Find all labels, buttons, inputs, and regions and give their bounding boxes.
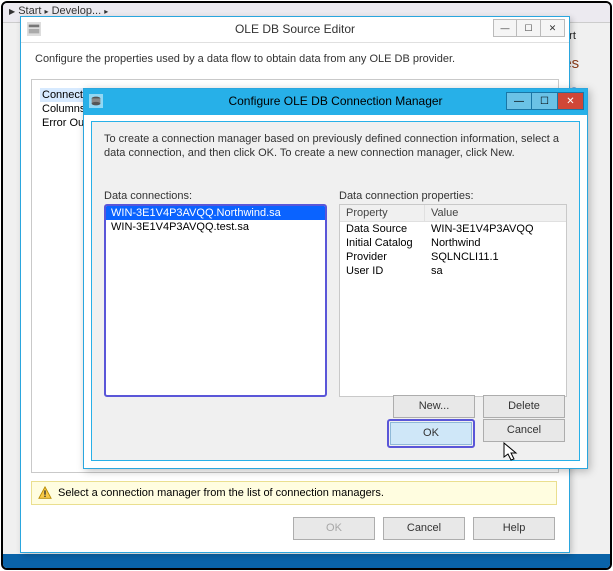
delete-button[interactable]: Delete (483, 395, 565, 418)
properties-grid: PropertyValue Data SourceWIN-3E1V4P3AVQQ… (339, 204, 567, 397)
dlg1-help-button[interactable]: Help (473, 517, 555, 540)
maximize-button[interactable]: ☐ (517, 19, 541, 37)
prop-row: Initial CatalogNorthwind (340, 236, 566, 250)
dlg2-description: To create a connection manager based on … (92, 122, 579, 168)
ok-button-highlight: OK (387, 419, 475, 448)
taskbar-strip (3, 554, 610, 568)
prop-row: User IDsa (340, 264, 566, 278)
dlg1-titlebar[interactable]: OLE DB Source Editor — ☐ ✕ (21, 17, 569, 43)
warning-bar: Select a connection manager from the lis… (31, 481, 557, 505)
new-button[interactable]: New... (393, 395, 475, 418)
minimize-button[interactable]: — (493, 19, 517, 37)
configure-connection-manager-window: Configure OLE DB Connection Manager — ☐ … (83, 88, 588, 469)
dlg2-titlebar[interactable]: Configure OLE DB Connection Manager — ☐ … (84, 89, 587, 115)
dlg2-maximize-button[interactable]: ☐ (532, 92, 558, 110)
dlg2-ok-button[interactable]: OK (390, 422, 472, 445)
connection-properties-label: Data connection properties: (339, 190, 567, 202)
dlg2-minimize-button[interactable]: — (506, 92, 532, 110)
prop-row: ProviderSQLNCLI11.1 (340, 250, 566, 264)
connection-item-test[interactable]: WIN-3E1V4P3AVQQ.test.sa (106, 220, 325, 234)
data-connections-label: Data connections: (104, 190, 327, 202)
data-connections-list[interactable]: WIN-3E1V4P3AVQQ.Northwind.sa WIN-3E1V4P3… (104, 204, 327, 397)
dlg1-title: OLE DB Source Editor (21, 22, 569, 36)
dlg2-close-button[interactable]: ✕ (558, 92, 584, 110)
close-button[interactable]: ✕ (541, 19, 565, 37)
dlg1-cancel-button[interactable]: Cancel (383, 517, 465, 540)
prop-row: Data SourceWIN-3E1V4P3AVQQ (340, 222, 566, 236)
warning-text: Select a connection manager from the lis… (58, 487, 384, 499)
dlg1-ok-button: OK (293, 517, 375, 540)
warning-icon (38, 486, 52, 500)
col-value: Value (425, 205, 464, 221)
dlg1-description: Configure the properties used by a data … (21, 43, 569, 71)
col-property: Property (340, 205, 425, 221)
connection-item-northwind[interactable]: WIN-3E1V4P3AVQQ.Northwind.sa (106, 206, 325, 220)
dlg2-cancel-button[interactable]: Cancel (483, 419, 565, 442)
